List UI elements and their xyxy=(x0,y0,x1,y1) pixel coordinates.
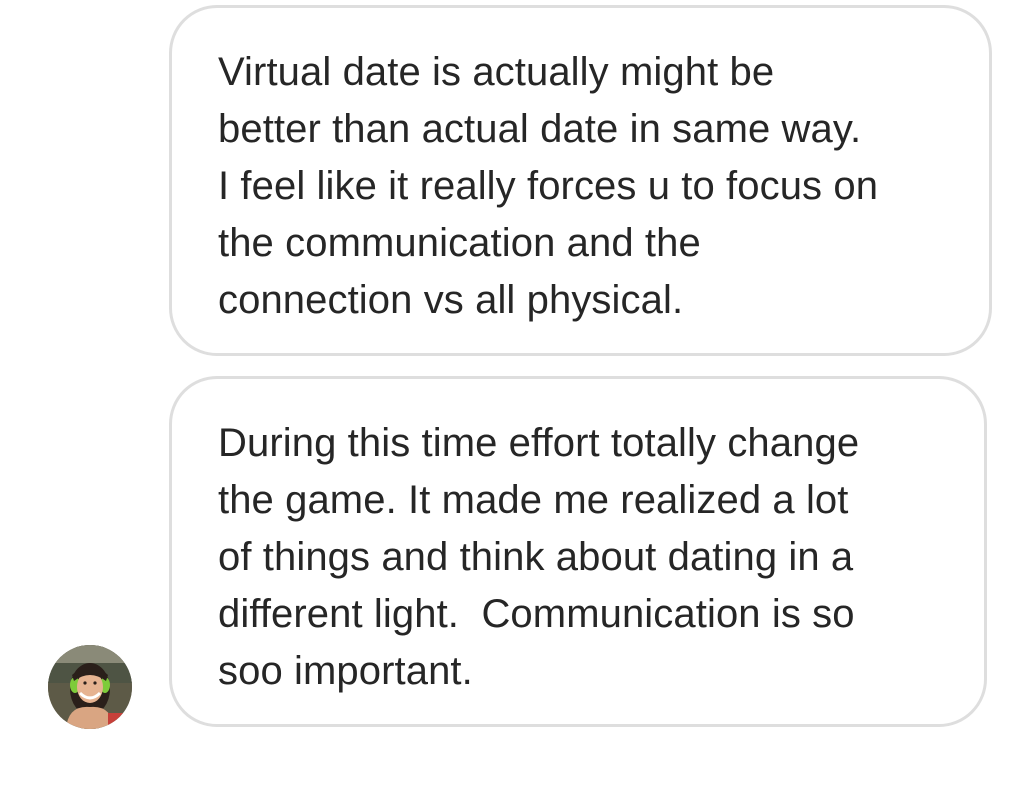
message-line: soo important. xyxy=(218,649,473,693)
message-line: Virtual date is actually might be xyxy=(218,50,775,94)
message-bubble[interactable]: During this time effort totally change t… xyxy=(169,376,987,727)
message-thread: Virtual date is actually might be better… xyxy=(0,0,1019,803)
message-bubble[interactable]: Virtual date is actually might be better… xyxy=(169,5,992,356)
message-line: the game. It made me realized a lot xyxy=(218,478,849,522)
message-line: the communication and the xyxy=(218,221,701,265)
message-line: of things and think about dating in a xyxy=(218,535,854,579)
message-line: During this time effort totally change xyxy=(218,421,860,465)
message-line: different light. Communication is so xyxy=(218,592,855,636)
message-line: better than actual date in same way. xyxy=(218,107,862,151)
user-avatar-photo-icon xyxy=(48,645,132,729)
message-line: connection vs all physical. xyxy=(218,278,684,322)
user-avatar[interactable] xyxy=(48,645,132,729)
message-line: I feel like it really forces u to focus … xyxy=(218,164,879,208)
